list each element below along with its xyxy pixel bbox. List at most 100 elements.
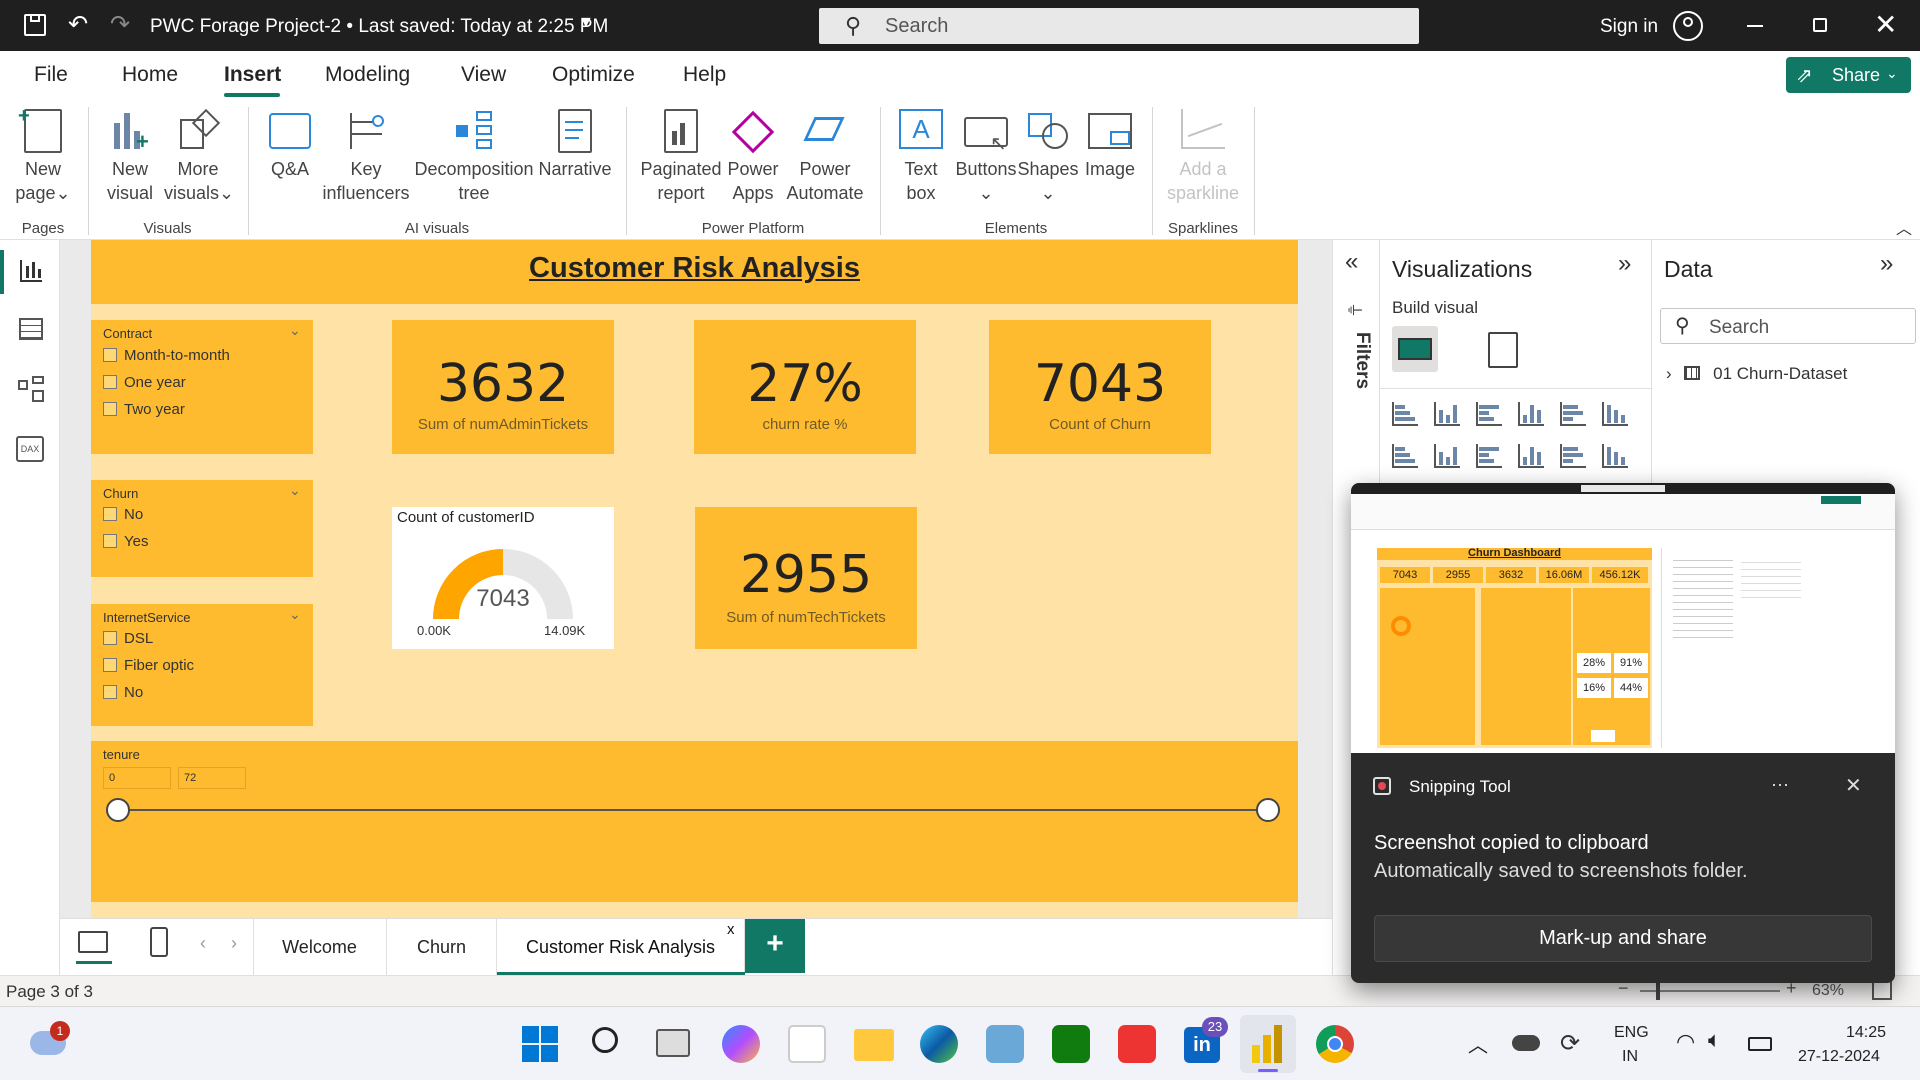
contract-option-one-year[interactable]: One year — [103, 374, 186, 391]
waterfall-icon[interactable] — [1602, 444, 1628, 468]
shapes-button[interactable]: Shapes ⌄ — [1016, 109, 1080, 205]
menu-optimize[interactable]: Optimize — [552, 63, 635, 87]
clock-date[interactable]: 27-12-2024 — [1798, 1048, 1880, 1066]
paginated-report-button[interactable]: Paginated report — [636, 109, 726, 205]
tab-welcome[interactable]: Welcome — [253, 919, 387, 976]
close-window-icon[interactable]: ✕ — [1874, 8, 1897, 41]
language-region[interactable]: IN — [1622, 1048, 1638, 1066]
mark-up-and-share-button[interactable]: Mark-up and share — [1374, 915, 1872, 962]
search-taskbar-icon[interactable] — [592, 1027, 618, 1053]
collapse-visualizations-icon[interactable]: » — [1618, 250, 1631, 278]
next-page-icon[interactable]: › — [231, 933, 237, 954]
collapse-ribbon-icon[interactable]: ︿ — [1896, 215, 1912, 239]
expand-filters-icon[interactable]: « — [1345, 248, 1358, 276]
internet-option-fiber-optic[interactable]: Fiber optic — [103, 657, 194, 674]
internet-service-slicer-chevron-icon[interactable]: ⌄ — [289, 606, 301, 623]
menu-file[interactable]: File — [34, 63, 68, 87]
screenshot-thumbnail[interactable]: Churn Dashboard 7043 2955 3632 16.06M 45… — [1351, 483, 1895, 753]
undo-icon[interactable]: ↶ — [68, 10, 88, 39]
more-visuals-button[interactable]: More visuals⌄ — [164, 108, 234, 205]
new-page-button[interactable]: + New page⌄ — [8, 105, 78, 205]
build-visual-tab-icon[interactable] — [1392, 326, 1438, 372]
save-icon[interactable] — [24, 14, 46, 36]
add-page-button[interactable]: + — [745, 919, 805, 973]
contract-slicer-chevron-icon[interactable]: ⌄ — [289, 322, 301, 339]
internet-option-no[interactable]: No — [103, 684, 143, 701]
minimize-icon[interactable] — [1747, 25, 1763, 27]
battery-icon[interactable] — [1748, 1037, 1772, 1051]
tenure-slider-min-handle[interactable] — [106, 798, 130, 822]
mobile-layout-icon[interactable] — [150, 927, 168, 957]
stacked-column-icon[interactable] — [1434, 402, 1460, 426]
qa-button[interactable]: Q&A — [258, 109, 322, 181]
search-box[interactable]: ⚲ Search — [819, 8, 1419, 44]
line-chart-icon[interactable] — [1392, 444, 1418, 468]
card-admin-tickets[interactable]: 3632 Sum of numAdminTickets — [392, 320, 614, 454]
snipping-tool-notification[interactable]: Churn Dashboard 7043 2955 3632 16.06M 45… — [1351, 483, 1895, 983]
prev-page-icon[interactable]: ‹ — [200, 933, 206, 954]
clock-time[interactable]: 14:25 — [1846, 1024, 1886, 1042]
toast-close-icon[interactable]: ✕ — [1845, 773, 1862, 798]
tab-churn[interactable]: Churn — [387, 919, 497, 976]
decomposition-tree-button[interactable]: Decomposition tree — [412, 109, 536, 205]
contract-option-two-year[interactable]: Two year — [103, 401, 185, 418]
menu-help[interactable]: Help — [683, 63, 726, 87]
power-bi-icon[interactable] — [1252, 1025, 1284, 1063]
clustered-bar-icon[interactable] — [1476, 402, 1502, 426]
file-explorer-icon[interactable] — [854, 1029, 894, 1061]
churn-option-no[interactable]: No — [103, 506, 143, 523]
close-tab-icon[interactable]: x — [727, 921, 735, 938]
text-box-button[interactable]: A Text box — [888, 109, 954, 205]
tenure-slider-track[interactable] — [118, 809, 1268, 811]
redo-icon[interactable]: ↷ — [110, 10, 130, 39]
100-bar-icon[interactable] — [1560, 402, 1586, 426]
tenure-slicer[interactable]: tenure 0 72 — [91, 741, 1298, 902]
narrative-button[interactable]: Narrative — [534, 109, 616, 181]
file-title[interactable]: PWC Forage Project-2 • Last saved: Today… — [150, 16, 608, 38]
menu-modeling[interactable]: Modeling — [325, 63, 410, 87]
area-chart-icon[interactable] — [1434, 444, 1460, 468]
zoom-slider[interactable] — [1640, 990, 1780, 992]
task-view-icon[interactable] — [656, 1029, 690, 1057]
buttons-button[interactable]: ↖ Buttons ⌄ — [954, 109, 1018, 205]
account-icon[interactable] — [1673, 11, 1703, 41]
internet-service-slicer[interactable]: InternetService ⌄ DSL Fiber optic No — [91, 604, 313, 726]
card-count-churn[interactable]: 7043 Count of Churn — [989, 320, 1211, 454]
dax-query-view-icon[interactable]: DAX — [16, 436, 44, 462]
volume-icon[interactable]: 🔈︎ — [1708, 1027, 1721, 1053]
tenure-max-input[interactable]: 72 — [178, 767, 246, 789]
line-column-icon[interactable] — [1560, 444, 1586, 468]
power-automate-button[interactable]: Power Automate — [782, 109, 868, 205]
wifi-icon[interactable]: ◠ — [1676, 1029, 1695, 1055]
sign-in-button[interactable]: Sign in — [1600, 16, 1658, 38]
start-icon[interactable] — [522, 1026, 558, 1062]
card-tech-tickets[interactable]: 2955 Sum of numTechTickets — [695, 507, 917, 649]
edge-icon[interactable] — [920, 1025, 958, 1063]
report-view-icon[interactable] — [20, 260, 42, 282]
ribbon-chart-icon[interactable] — [1518, 444, 1544, 468]
table-view-icon[interactable] — [19, 318, 43, 340]
contract-option-month-to-month[interactable]: Month-to-month — [103, 347, 230, 364]
zoom-slider-thumb[interactable] — [1656, 982, 1660, 1000]
contract-slicer[interactable]: Contract ⌄ Month-to-month One year Two y… — [91, 320, 313, 454]
clustered-column-icon[interactable] — [1518, 402, 1544, 426]
churn-slicer-chevron-icon[interactable]: ⌄ — [289, 482, 301, 499]
stacked-bar-icon[interactable] — [1392, 402, 1418, 426]
desktop-layout-icon[interactable] — [78, 931, 108, 953]
copilot-icon[interactable] — [722, 1025, 760, 1063]
churn-slicer[interactable]: Churn ⌄ No Yes — [91, 480, 313, 577]
wps-office-icon[interactable] — [1118, 1025, 1156, 1063]
title-chevron-down-icon[interactable]: ▼ — [578, 14, 594, 32]
key-influencers-button[interactable]: Key influencers — [320, 109, 412, 205]
internet-option-dsl[interactable]: DSL — [103, 630, 153, 647]
menu-home[interactable]: Home — [122, 63, 178, 87]
fit-to-page-icon[interactable] — [1872, 980, 1892, 1000]
chrome-icon[interactable] — [1316, 1025, 1354, 1063]
menu-insert[interactable]: Insert — [224, 63, 281, 87]
new-visual-button[interactable]: + New visual — [98, 109, 162, 205]
gauge-visual[interactable]: Count of customerID 7043 0.00K 14.09K — [392, 507, 614, 649]
collapse-data-icon[interactable]: » — [1880, 250, 1893, 278]
image-button[interactable]: Image — [1078, 109, 1142, 181]
100-column-icon[interactable] — [1602, 402, 1628, 426]
dataset-table-item[interactable]: › 01 Churn-Dataset — [1666, 364, 1847, 384]
